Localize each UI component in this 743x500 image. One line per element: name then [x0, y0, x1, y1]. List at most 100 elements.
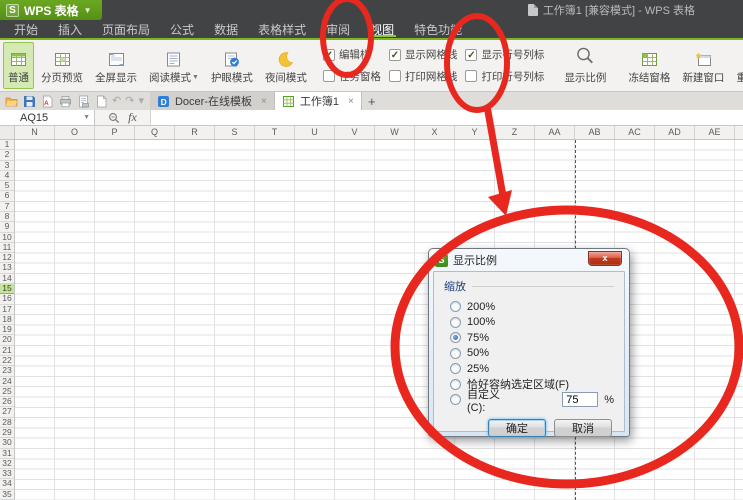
document-tab-1[interactable]: D Docer-在线模板 ×: [149, 92, 275, 110]
radio-icon[interactable]: [450, 332, 461, 344]
ok-button[interactable]: 确定: [488, 418, 546, 437]
spreadsheet-grid[interactable]: [15, 140, 743, 500]
print-preview-icon: [78, 95, 89, 107]
column-header-U[interactable]: U: [295, 126, 335, 139]
radio-icon[interactable]: [450, 316, 461, 328]
dialog-close-button[interactable]: x: [588, 251, 622, 266]
wps-app-menu-button[interactable]: S WPS 表格 ▼: [0, 0, 102, 20]
radio-icon[interactable]: [450, 394, 461, 406]
menu-tab-1[interactable]: 开始: [4, 20, 48, 38]
ribbon-button-freeze-panes[interactable]: 冻结窗格: [623, 42, 675, 89]
zoom-option-label: 自定义(C):: [467, 388, 500, 414]
menu-tab-3[interactable]: 页面布局: [92, 20, 160, 38]
column-header-W[interactable]: W: [375, 126, 415, 139]
checkbox-6[interactable]: 打印行号列标: [465, 69, 544, 85]
formula-bar: AQ15 ▼ fx: [0, 110, 743, 126]
name-box[interactable]: AQ15 ▼: [0, 110, 95, 125]
column-header-Z[interactable]: Z: [495, 126, 535, 139]
radio-icon[interactable]: [450, 363, 461, 375]
chevron-down-icon: ▼: [83, 5, 92, 15]
name-box-caret-icon[interactable]: ▼: [83, 114, 90, 121]
more-button[interactable]: ▾: [138, 94, 144, 108]
menu-tab-7[interactable]: 审阅: [316, 20, 360, 38]
ribbon-button-arrange-windows[interactable]: 重排窗口▼: [731, 42, 743, 89]
menu-tab-4[interactable]: 公式: [160, 20, 204, 38]
column-header-X[interactable]: X: [415, 126, 455, 139]
zoom-icon: [577, 47, 594, 64]
column-header-AA[interactable]: AA: [535, 126, 575, 139]
insert-function-button[interactable]: fx: [128, 110, 137, 125]
column-header-P[interactable]: P: [95, 126, 135, 139]
print-preview-button[interactable]: [76, 94, 90, 108]
column-header-V[interactable]: V: [335, 126, 375, 139]
column-header-S[interactable]: S: [215, 126, 255, 139]
zoom-option-2: 100%: [450, 315, 614, 331]
ribbon-button-label: 分页预览: [41, 72, 83, 84]
ribbon-button-new-window[interactable]: 新建窗口: [677, 42, 729, 89]
checkbox-label: 显示行号列标: [481, 49, 545, 62]
column-header-Y[interactable]: Y: [455, 126, 495, 139]
zoom-options: 200%100%75%50%25%恰好容纳选定区域(F)自定义(C):%: [444, 299, 614, 414]
ribbon-button-night-mode[interactable]: 夜间模式: [260, 42, 312, 89]
print-button[interactable]: [58, 94, 72, 108]
ribbon-button-read-mode[interactable]: 阅读模式 ▼: [144, 42, 204, 89]
new-tab-button[interactable]: +: [362, 92, 382, 110]
new-document-icon: [96, 95, 106, 107]
column-header-O[interactable]: O: [55, 126, 95, 139]
ribbon-button-zoom[interactable]: 显示比例: [555, 42, 615, 89]
page-break-preview-icon: [54, 53, 70, 66]
radio-icon[interactable]: [450, 347, 461, 359]
column-header-R[interactable]: R: [175, 126, 215, 139]
row-header-35[interactable]: 35: [0, 489, 14, 500]
menu-tab-2[interactable]: 插入: [48, 20, 92, 38]
checkbox-1[interactable]: ✓ 编辑栏: [322, 47, 381, 63]
checkbox-label: 任务窗格: [338, 70, 381, 83]
undo-button[interactable]: ↶: [112, 94, 121, 108]
select-all-corner[interactable]: [0, 126, 15, 139]
ribbon-button-full-screen[interactable]: 全屏显示: [90, 42, 142, 89]
column-header-AD[interactable]: AD: [655, 126, 695, 139]
magnifier-icon[interactable]: [108, 112, 120, 124]
checkbox-2[interactable]: 任务窗格: [322, 69, 381, 85]
menu-tab-9[interactable]: 特色功能: [404, 20, 472, 38]
ribbon-button-eye-protect[interactable]: 护眼模式: [206, 42, 258, 89]
ribbon-button-label: 全屏显示: [95, 72, 137, 84]
radio-icon[interactable]: [450, 301, 461, 313]
close-tab-icon[interactable]: ×: [348, 96, 354, 107]
redo-button[interactable]: ↷: [125, 94, 134, 108]
zoom-option-1: 200%: [450, 299, 614, 315]
close-tab-icon[interactable]: ×: [261, 96, 267, 107]
zoom-dialog: S 显示比例 x 缩放 200% 100% 75% 50% 25% 恰好容纳选定区域(F)…: [428, 248, 630, 437]
open-button[interactable]: [4, 94, 18, 108]
checkbox-5[interactable]: ✓ 显示行号列标: [465, 47, 544, 63]
column-header-Q[interactable]: Q: [135, 126, 175, 139]
quick-access-toolbar: A ↶ ↷ ▾: [0, 92, 150, 110]
menu-tab-5[interactable]: 数据: [204, 20, 248, 38]
ribbon-button-label: 夜间模式: [264, 72, 307, 84]
checkbox-4[interactable]: 打印网格线: [388, 69, 457, 85]
ribbon-button-label: 冻结窗格: [628, 72, 671, 84]
checkbox-icon: ✓: [388, 48, 401, 61]
zoom-dialog-body: 缩放 200%100%75%50%25%恰好容纳选定区域(F)自定义(C):% …: [433, 271, 625, 437]
formula-input[interactable]: [151, 110, 743, 125]
column-header-AE[interactable]: AE: [695, 126, 735, 139]
name-box-value: AQ15: [20, 111, 49, 124]
ribbon: 普通 分页预览 全屏显示 阅读模式 ▼ 护眼模式 夜间模式 ✓ 编辑栏任务窗格 ✓ 显示网格线 打印…: [0, 40, 743, 92]
menu-tab-6[interactable]: 表格样式: [248, 20, 316, 38]
row-headers: 1 2 3 4 5 6 7 8 9 10 11 12 13 14 15 16 17 18 19 20 21 22 23 24 2…: [0, 139, 15, 500]
custom-zoom-input[interactable]: [562, 392, 599, 408]
radio-icon[interactable]: [450, 378, 461, 390]
export-pdf-button[interactable]: A: [40, 94, 54, 108]
document-tab-2[interactable]: 工作簿1 ×: [274, 92, 362, 110]
new-document-button[interactable]: [94, 94, 108, 108]
column-header-AB[interactable]: AB: [575, 126, 615, 139]
column-header-T[interactable]: T: [255, 126, 295, 139]
checkbox-3[interactable]: ✓ 显示网格线: [388, 47, 457, 63]
column-header-N[interactable]: N: [15, 126, 55, 139]
ribbon-button-normal-view[interactable]: 普通: [3, 42, 34, 89]
save-button[interactable]: [22, 94, 36, 108]
column-header-AC[interactable]: AC: [615, 126, 655, 139]
menu-tab-8[interactable]: 视图: [360, 20, 404, 38]
cancel-button[interactable]: 取消: [554, 418, 612, 437]
ribbon-button-page-break-preview[interactable]: 分页预览: [36, 42, 88, 89]
